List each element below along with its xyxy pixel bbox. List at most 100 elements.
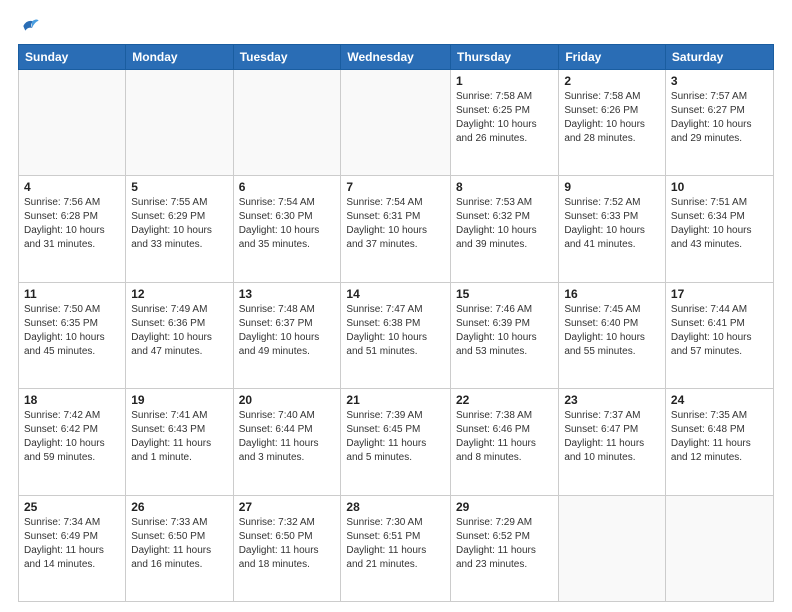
day-number: 5 [131,180,227,194]
calendar-day-cell: 15 Sunrise: 7:46 AM Sunset: 6:39 PM Dayli… [450,282,558,388]
day-detail: Sunrise: 7:40 AM Sunset: 6:44 PM Dayligh… [239,409,336,465]
weekday-header-thursday: Thursday [450,45,558,70]
weekday-header-monday: Monday [126,45,233,70]
day-number: 6 [239,180,336,194]
day-number: 9 [564,180,660,194]
calendar-day-cell: 3Sunrise: 7:57 AM Sunset: 6:27 PM Daylig… [665,70,773,176]
calendar-day-cell: 26 Sunrise: 7:33 AM Sunset: 6:50 PM Dayli… [126,495,233,601]
weekday-header-friday: Friday [559,45,666,70]
calendar-day-cell: 17 Sunrise: 7:44 AM Sunset: 6:41 PM Dayli… [665,282,773,388]
calendar-day-cell: 18 Sunrise: 7:42 AM Sunset: 6:42 PM Dayli… [19,389,126,495]
day-number: 24 [671,393,768,407]
day-detail: Sunrise: 7:54 AM Sunset: 6:31 PM Dayligh… [346,196,445,252]
day-number: 3 [671,74,768,88]
day-number: 27 [239,500,336,514]
calendar-day-cell: 21Sunrise: 7:39 AM Sunset: 6:45 PM Dayli… [341,389,451,495]
day-number: 7 [346,180,445,194]
day-number: 8 [456,180,553,194]
calendar-day-cell: 11 Sunrise: 7:50 AM Sunset: 6:35 PM Dayli… [19,282,126,388]
day-detail: Sunrise: 7:47 AM Sunset: 6:38 PM Dayligh… [346,303,445,359]
day-detail: Sunrise: 7:30 AM Sunset: 6:51 PM Dayligh… [346,516,445,572]
logo [18,16,40,36]
day-number: 20 [239,393,336,407]
calendar-day-cell [559,495,666,601]
day-detail: Sunrise: 7:58 AM Sunset: 6:25 PM Dayligh… [456,90,553,146]
day-detail: Sunrise: 7:52 AM Sunset: 6:33 PM Dayligh… [564,196,660,252]
day-detail: Sunrise: 7:41 AM Sunset: 6:43 PM Dayligh… [131,409,227,465]
calendar-day-cell [665,495,773,601]
calendar-day-cell: 25 Sunrise: 7:34 AM Sunset: 6:49 PM Dayli… [19,495,126,601]
calendar-week-row: 11 Sunrise: 7:50 AM Sunset: 6:35 PM Dayli… [19,282,774,388]
calendar-day-cell: 8 Sunrise: 7:53 AM Sunset: 6:32 PM Daylig… [450,176,558,282]
weekday-header-sunday: Sunday [19,45,126,70]
day-detail: Sunrise: 7:58 AM Sunset: 6:26 PM Dayligh… [564,90,660,146]
calendar-table: SundayMondayTuesdayWednesdayThursdayFrid… [18,44,774,602]
day-number: 18 [24,393,120,407]
day-detail: Sunrise: 7:42 AM Sunset: 6:42 PM Dayligh… [24,409,120,465]
calendar-week-row: 1 Sunrise: 7:58 AM Sunset: 6:25 PM Daylig… [19,70,774,176]
day-detail: Sunrise: 7:37 AM Sunset: 6:47 PM Dayligh… [564,409,660,465]
day-detail: Sunrise: 7:56 AM Sunset: 6:28 PM Dayligh… [24,196,120,252]
day-detail: Sunrise: 7:32 AM Sunset: 6:50 PM Dayligh… [239,516,336,572]
day-number: 4 [24,180,120,194]
calendar-day-cell: 2Sunrise: 7:58 AM Sunset: 6:26 PM Daylig… [559,70,666,176]
day-detail: Sunrise: 7:33 AM Sunset: 6:50 PM Dayligh… [131,516,227,572]
calendar-day-cell: 16Sunrise: 7:45 AM Sunset: 6:40 PM Dayli… [559,282,666,388]
day-detail: Sunrise: 7:54 AM Sunset: 6:30 PM Dayligh… [239,196,336,252]
calendar-week-row: 18 Sunrise: 7:42 AM Sunset: 6:42 PM Dayli… [19,389,774,495]
day-detail: Sunrise: 7:45 AM Sunset: 6:40 PM Dayligh… [564,303,660,359]
day-number: 17 [671,287,768,301]
day-number: 29 [456,500,553,514]
weekday-header-row: SundayMondayTuesdayWednesdayThursdayFrid… [19,45,774,70]
calendar-day-cell: 6 Sunrise: 7:54 AM Sunset: 6:30 PM Daylig… [233,176,341,282]
weekday-header-saturday: Saturday [665,45,773,70]
day-detail: Sunrise: 7:35 AM Sunset: 6:48 PM Dayligh… [671,409,768,465]
day-detail: Sunrise: 7:49 AM Sunset: 6:36 PM Dayligh… [131,303,227,359]
day-detail: Sunrise: 7:53 AM Sunset: 6:32 PM Dayligh… [456,196,553,252]
day-number: 15 [456,287,553,301]
day-number: 14 [346,287,445,301]
day-number: 10 [671,180,768,194]
day-detail: Sunrise: 7:34 AM Sunset: 6:49 PM Dayligh… [24,516,120,572]
day-number: 25 [24,500,120,514]
day-number: 12 [131,287,227,301]
calendar-day-cell: 7 Sunrise: 7:54 AM Sunset: 6:31 PM Daylig… [341,176,451,282]
calendar-day-cell: 28 Sunrise: 7:30 AM Sunset: 6:51 PM Dayli… [341,495,451,601]
calendar-day-cell: 29Sunrise: 7:29 AM Sunset: 6:52 PM Dayli… [450,495,558,601]
calendar-day-cell: 24 Sunrise: 7:35 AM Sunset: 6:48 PM Dayli… [665,389,773,495]
day-detail: Sunrise: 7:51 AM Sunset: 6:34 PM Dayligh… [671,196,768,252]
calendar-week-row: 25 Sunrise: 7:34 AM Sunset: 6:49 PM Dayli… [19,495,774,601]
day-detail: Sunrise: 7:38 AM Sunset: 6:46 PM Dayligh… [456,409,553,465]
day-detail: Sunrise: 7:44 AM Sunset: 6:41 PM Dayligh… [671,303,768,359]
day-number: 11 [24,287,120,301]
calendar-day-cell: 9 Sunrise: 7:52 AM Sunset: 6:33 PM Daylig… [559,176,666,282]
calendar-week-row: 4 Sunrise: 7:56 AM Sunset: 6:28 PM Daylig… [19,176,774,282]
calendar-day-cell: 19Sunrise: 7:41 AM Sunset: 6:43 PM Dayli… [126,389,233,495]
logo-text [18,16,40,36]
weekday-header-tuesday: Tuesday [233,45,341,70]
calendar-day-cell [233,70,341,176]
day-number: 13 [239,287,336,301]
calendar-day-cell: 22 Sunrise: 7:38 AM Sunset: 6:46 PM Dayli… [450,389,558,495]
day-detail: Sunrise: 7:50 AM Sunset: 6:35 PM Dayligh… [24,303,120,359]
header [18,16,774,36]
calendar-day-cell: 20 Sunrise: 7:40 AM Sunset: 6:44 PM Dayli… [233,389,341,495]
day-number: 26 [131,500,227,514]
calendar-day-cell: 14 Sunrise: 7:47 AM Sunset: 6:38 PM Dayli… [341,282,451,388]
calendar-day-cell [126,70,233,176]
day-detail: Sunrise: 7:55 AM Sunset: 6:29 PM Dayligh… [131,196,227,252]
logo-bird-icon [20,16,40,36]
calendar-day-cell: 10 Sunrise: 7:51 AM Sunset: 6:34 PM Dayli… [665,176,773,282]
day-number: 28 [346,500,445,514]
day-detail: Sunrise: 7:48 AM Sunset: 6:37 PM Dayligh… [239,303,336,359]
calendar-day-cell [19,70,126,176]
day-number: 22 [456,393,553,407]
day-number: 23 [564,393,660,407]
calendar-day-cell: 13 Sunrise: 7:48 AM Sunset: 6:37 PM Dayli… [233,282,341,388]
calendar-day-cell: 23 Sunrise: 7:37 AM Sunset: 6:47 PM Dayli… [559,389,666,495]
calendar-day-cell: 5 Sunrise: 7:55 AM Sunset: 6:29 PM Daylig… [126,176,233,282]
day-number: 1 [456,74,553,88]
calendar-day-cell: 4 Sunrise: 7:56 AM Sunset: 6:28 PM Daylig… [19,176,126,282]
calendar-day-cell: 1 Sunrise: 7:58 AM Sunset: 6:25 PM Daylig… [450,70,558,176]
day-detail: Sunrise: 7:46 AM Sunset: 6:39 PM Dayligh… [456,303,553,359]
